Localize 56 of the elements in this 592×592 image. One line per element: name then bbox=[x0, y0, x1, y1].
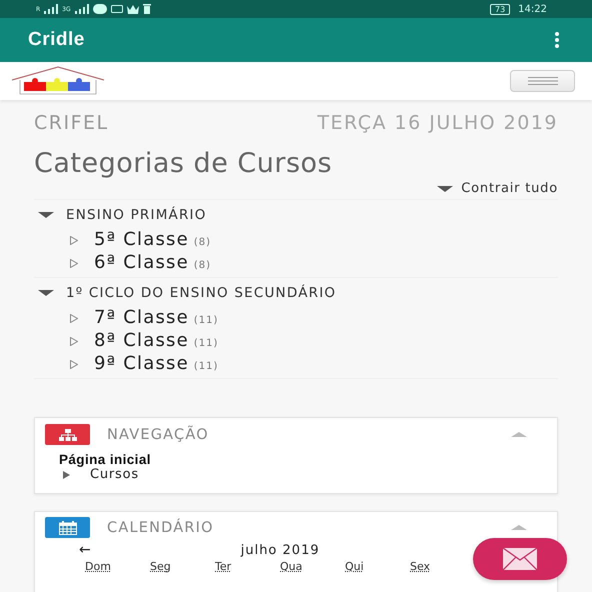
caret-icon bbox=[437, 186, 454, 192]
home-link[interactable]: Página inicial bbox=[59, 452, 547, 467]
category-name[interactable]: 1º CICLO DO ENSINO SECUNDÁRIO bbox=[66, 285, 336, 301]
date-heading: TERÇA 16 JULHO 2019 bbox=[317, 112, 558, 134]
course-category-link[interactable]: 8ª Classe bbox=[94, 330, 189, 351]
card-title: NAVEGAÇÃO bbox=[107, 426, 210, 442]
house-puzzle-logo[interactable] bbox=[10, 66, 106, 96]
course-count: (8) bbox=[194, 237, 212, 248]
course-category-link[interactable]: 6ª Classe bbox=[94, 252, 189, 273]
course-count: (11) bbox=[194, 315, 218, 326]
card-icon bbox=[110, 5, 123, 13]
chat-bubble-icon bbox=[92, 4, 107, 14]
triangle-icon bbox=[70, 337, 78, 346]
app-title: Cridle bbox=[28, 29, 85, 51]
page-title: Categorias de Cursos bbox=[34, 148, 334, 179]
envelope-icon bbox=[503, 548, 537, 570]
trash-icon bbox=[142, 4, 151, 14]
previous-month-link[interactable]: ← bbox=[79, 542, 91, 558]
weekday-header: Qui bbox=[345, 560, 365, 573]
course-category-link[interactable]: 5ª Classe bbox=[94, 229, 189, 250]
signal-icon bbox=[74, 4, 89, 14]
caret-icon bbox=[38, 212, 54, 218]
signal-icon bbox=[44, 4, 58, 14]
course-category-link[interactable]: 9ª Classe bbox=[94, 353, 189, 374]
course-count: (11) bbox=[194, 361, 218, 372]
triangle-icon bbox=[70, 314, 78, 323]
clock-time: 14:22 bbox=[518, 4, 547, 14]
triangle-icon bbox=[70, 259, 78, 268]
calendar-icon bbox=[45, 517, 90, 538]
sitemap-icon bbox=[45, 424, 90, 445]
nav-link[interactable]: Cursos bbox=[90, 467, 139, 482]
message-button[interactable] bbox=[473, 538, 567, 580]
triangle-icon bbox=[70, 236, 78, 245]
category-toggle[interactable]: ENSINO PRIMÁRIO bbox=[34, 200, 558, 229]
weekday-header: Seg bbox=[150, 560, 172, 573]
category-toggle[interactable]: 1º CICLO DO ENSINO SECUNDÁRIO bbox=[34, 278, 558, 307]
course-category-link[interactable]: 7ª Classe bbox=[94, 307, 189, 328]
caret-icon bbox=[38, 290, 54, 296]
caret-icon bbox=[63, 470, 70, 478]
card-title: CALENDÁRIO bbox=[107, 520, 215, 536]
menu-icon bbox=[528, 77, 558, 85]
course-count: (8) bbox=[194, 260, 212, 271]
crown-icon bbox=[126, 4, 139, 14]
category-name[interactable]: ENSINO PRIMÁRIO bbox=[66, 207, 207, 223]
course-count: (11) bbox=[194, 338, 218, 349]
weekday-header: Ter bbox=[215, 560, 232, 573]
triangle-icon bbox=[70, 360, 78, 369]
site-name: CRIFEL bbox=[34, 112, 109, 134]
more-options-icon[interactable] bbox=[554, 32, 560, 48]
weekday-header: Qua bbox=[280, 560, 304, 573]
weekday-header: Dom bbox=[85, 560, 112, 573]
battery-indicator: 73 bbox=[490, 4, 510, 14]
collapse-all-link[interactable]: Contrair tudo bbox=[437, 181, 558, 196]
menu-button[interactable] bbox=[510, 70, 575, 92]
weekday-header: Sex bbox=[410, 560, 432, 573]
month-title: julho 2019 bbox=[240, 542, 320, 558]
